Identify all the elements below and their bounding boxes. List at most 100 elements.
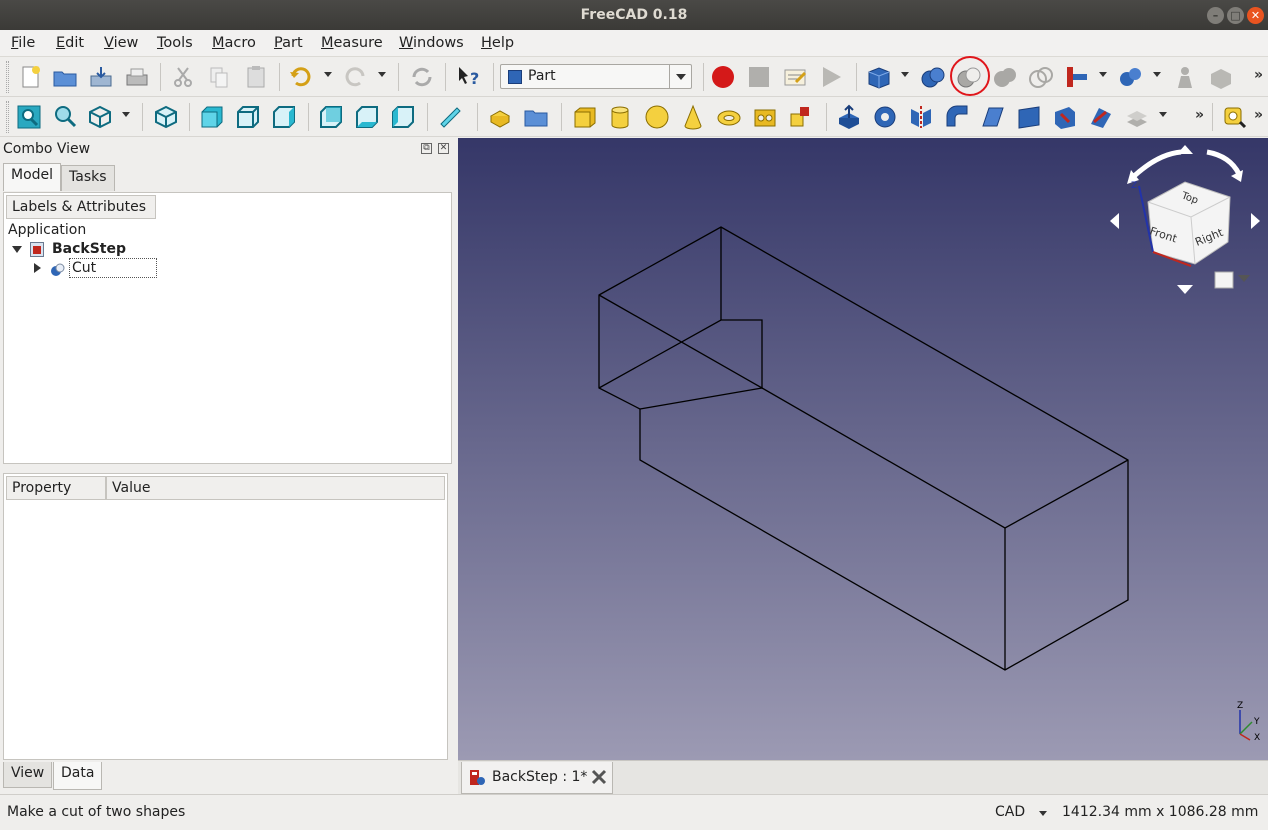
refresh-icon[interactable] bbox=[409, 64, 435, 90]
toolbar-grip[interactable] bbox=[6, 101, 9, 133]
redo-icon[interactable] bbox=[342, 64, 368, 90]
menu-part[interactable]: Part bbox=[274, 35, 303, 51]
tree-application-node[interactable]: Application bbox=[8, 222, 86, 238]
view-isometric-icon[interactable] bbox=[153, 104, 179, 130]
loft-icon[interactable] bbox=[1088, 104, 1114, 130]
draw-style-dropdown-arrow[interactable] bbox=[122, 112, 130, 117]
part-primitives-icon[interactable] bbox=[866, 64, 892, 90]
cone-icon[interactable] bbox=[680, 104, 706, 130]
torus-icon[interactable] bbox=[716, 104, 742, 130]
tube-icon[interactable] bbox=[752, 104, 778, 130]
macro-edit-icon[interactable] bbox=[782, 64, 808, 90]
close-button[interactable]: ✕ bbox=[1247, 7, 1264, 24]
undo-icon[interactable] bbox=[288, 64, 314, 90]
menu-windows[interactable]: Windows bbox=[399, 35, 464, 51]
split-features-icon[interactable] bbox=[1118, 64, 1144, 90]
save-icon[interactable] bbox=[88, 64, 114, 90]
minimize-button[interactable]: – bbox=[1207, 7, 1224, 24]
measure-distance-icon[interactable] bbox=[437, 104, 463, 130]
tab-tasks[interactable]: Tasks bbox=[61, 165, 115, 191]
value-column-header[interactable]: Value bbox=[106, 476, 445, 500]
float-panel-icon[interactable]: ⧉ bbox=[421, 143, 432, 154]
view-top-icon[interactable] bbox=[235, 104, 261, 130]
menu-view[interactable]: View bbox=[104, 35, 138, 51]
redo-dropdown-arrow[interactable] bbox=[378, 72, 386, 77]
tab-backstep-document[interactable]: BackStep : 1* bbox=[461, 762, 613, 794]
panel-splitter[interactable] bbox=[3, 466, 452, 471]
fit-all-icon[interactable] bbox=[16, 104, 42, 130]
menu-help[interactable]: Help bbox=[481, 35, 514, 51]
print-icon[interactable] bbox=[124, 64, 150, 90]
view-right-icon[interactable] bbox=[271, 104, 297, 130]
toolbar-grip[interactable] bbox=[6, 61, 9, 93]
split-dropdown-arrow[interactable] bbox=[1153, 72, 1161, 77]
sphere-icon[interactable] bbox=[644, 104, 670, 130]
shape-builder-icon[interactable] bbox=[1208, 64, 1234, 90]
cut-icon[interactable] bbox=[170, 64, 196, 90]
property-column-header[interactable]: Property bbox=[6, 476, 106, 500]
navigation-style-selector[interactable]: CAD bbox=[995, 804, 1025, 820]
boolean-common-icon[interactable] bbox=[1028, 64, 1054, 90]
cube-icon[interactable] bbox=[572, 104, 598, 130]
boolean-icon[interactable] bbox=[920, 64, 946, 90]
close-panel-icon[interactable]: ✕ bbox=[438, 143, 449, 154]
labels-attributes-header[interactable]: Labels & Attributes bbox=[6, 195, 156, 219]
boolean-union-icon[interactable] bbox=[992, 64, 1018, 90]
view-dimensions: 1412.34 mm x 1086.28 mm bbox=[1062, 804, 1259, 820]
create-group-icon[interactable] bbox=[523, 104, 549, 130]
compound-icon[interactable] bbox=[1172, 64, 1198, 90]
menu-macro[interactable]: Macro bbox=[212, 35, 256, 51]
measure-linear-icon[interactable] bbox=[1222, 104, 1248, 130]
open-folder-icon[interactable] bbox=[52, 64, 78, 90]
draw-style-icon[interactable] bbox=[87, 104, 113, 130]
macro-record-icon[interactable] bbox=[710, 64, 736, 90]
view-bottom-icon[interactable] bbox=[354, 104, 380, 130]
ruled-surface-icon[interactable] bbox=[1052, 104, 1078, 130]
menu-file[interactable]: File bbox=[11, 35, 35, 51]
new-document-icon[interactable] bbox=[18, 64, 44, 90]
expand-arrow-icon[interactable] bbox=[12, 246, 22, 253]
collapse-arrow-icon[interactable] bbox=[34, 263, 41, 273]
workbench-selector[interactable]: Part bbox=[500, 64, 692, 89]
cylinder-icon[interactable] bbox=[607, 104, 633, 130]
offset-dropdown-arrow[interactable] bbox=[1159, 112, 1167, 117]
join-features-icon[interactable] bbox=[1064, 64, 1090, 90]
toolbar-overflow-3[interactable]: » bbox=[1254, 107, 1263, 123]
undo-dropdown-arrow[interactable] bbox=[324, 72, 332, 77]
revolve-icon[interactable] bbox=[872, 104, 898, 130]
chevron-down-icon[interactable] bbox=[1039, 811, 1047, 816]
navigation-cube[interactable]: Top Front Right Z bbox=[1103, 142, 1268, 302]
view-rear-icon[interactable] bbox=[318, 104, 344, 130]
make-face-icon[interactable] bbox=[1016, 104, 1042, 130]
chamfer-icon[interactable] bbox=[980, 104, 1006, 130]
primitives-icon[interactable] bbox=[788, 104, 814, 130]
offset-icon[interactable] bbox=[1124, 104, 1150, 130]
join-dropdown-arrow[interactable] bbox=[1099, 72, 1107, 77]
tab-model[interactable]: Model bbox=[3, 163, 62, 191]
tab-view[interactable]: View bbox=[3, 762, 53, 788]
fit-selection-icon[interactable] bbox=[52, 104, 78, 130]
menu-tools[interactable]: Tools bbox=[157, 35, 193, 51]
paste-icon[interactable] bbox=[243, 64, 269, 90]
3d-viewport[interactable]: Top Front Right Z Z Y X bbox=[458, 138, 1268, 760]
copy-icon[interactable] bbox=[206, 64, 232, 90]
combo-view-panel: Combo View ⧉ ✕ Model Tasks Labels & Attr… bbox=[0, 138, 457, 792]
mirror-icon[interactable] bbox=[908, 104, 934, 130]
menu-edit[interactable]: Edit bbox=[56, 35, 84, 51]
macro-stop-icon[interactable] bbox=[746, 64, 772, 90]
tab-data[interactable]: Data bbox=[53, 762, 103, 790]
menu-measure[interactable]: Measure bbox=[321, 35, 383, 51]
macro-run-icon[interactable] bbox=[818, 64, 844, 90]
view-left-icon[interactable] bbox=[390, 104, 416, 130]
toolbar-overflow[interactable]: » bbox=[1254, 67, 1263, 83]
maximize-button[interactable]: □ bbox=[1227, 7, 1244, 24]
extrude-icon[interactable] bbox=[836, 104, 862, 130]
close-tab-icon[interactable] bbox=[590, 768, 608, 786]
chevron-down-icon[interactable] bbox=[669, 65, 691, 88]
fillet-icon[interactable] bbox=[944, 104, 970, 130]
whats-this-icon[interactable]: ? bbox=[455, 64, 481, 90]
view-front-icon[interactable] bbox=[199, 104, 225, 130]
toolbar-overflow-2[interactable]: » bbox=[1195, 107, 1204, 123]
primitives-dropdown-arrow[interactable] bbox=[901, 72, 909, 77]
create-part-icon[interactable] bbox=[487, 104, 513, 130]
